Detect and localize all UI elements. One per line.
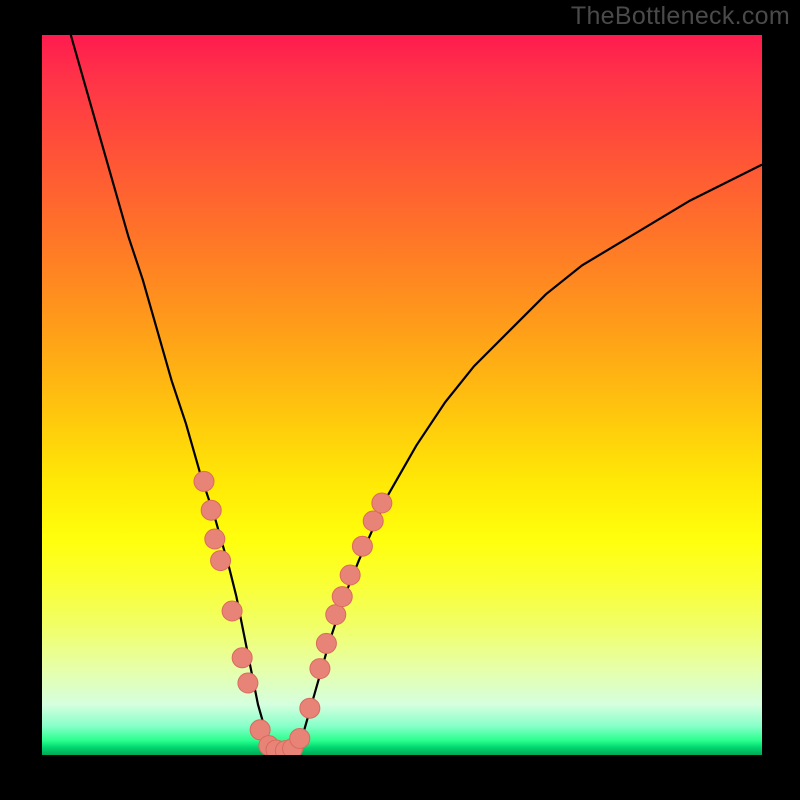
curve-path [71,35,762,751]
chart-frame: TheBottleneck.com [0,0,800,800]
data-marker [232,648,252,668]
data-marker [290,728,310,748]
data-marker [238,673,258,693]
data-marker [340,565,360,585]
data-marker [326,605,346,625]
data-marker [316,633,336,653]
data-marker [201,500,221,520]
watermark-label: TheBottleneck.com [571,2,790,31]
data-marker [310,659,330,679]
plot-area [42,35,762,755]
data-marker [222,601,242,621]
data-marker [372,493,392,513]
chart-svg [42,35,762,755]
data-marker [363,511,383,531]
data-marker [211,551,231,571]
bottleneck-curve [71,35,762,751]
data-marker [352,536,372,556]
data-marker [332,587,352,607]
data-marker [300,698,320,718]
data-marker [194,471,214,491]
data-markers [194,471,392,755]
data-marker [205,529,225,549]
